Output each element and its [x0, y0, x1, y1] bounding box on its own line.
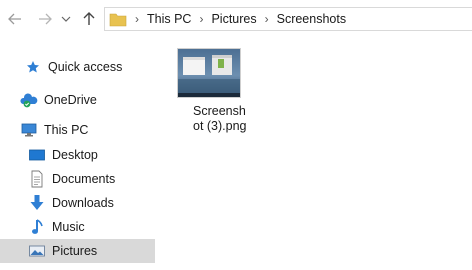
file-item[interactable]: Screenshot (3).png: [177, 48, 247, 134]
sidebar-item-onedrive[interactable]: OneDrive: [0, 88, 155, 112]
breadcrumb-this-pc[interactable]: This PC: [145, 12, 193, 26]
back-button[interactable]: [6, 10, 24, 28]
breadcrumb-separator-icon[interactable]: ›: [129, 12, 145, 26]
file-list: Screenshot (3).png: [155, 40, 472, 270]
sidebar-item-desktop[interactable]: Desktop: [0, 143, 155, 167]
file-name: Screenshot (3).png: [193, 104, 247, 133]
arrow-up-icon: [83, 12, 95, 25]
breadcrumb-screenshots[interactable]: Screenshots: [275, 12, 348, 26]
navigation-bar: › This PC › Pictures › Screenshots: [0, 0, 472, 40]
sidebar-item-downloads[interactable]: Downloads: [0, 191, 155, 215]
navigation-pane: Quick access OneDrive This PC Desktop Do…: [0, 40, 155, 270]
sidebar-item-this-pc[interactable]: This PC: [0, 118, 155, 142]
pictures-icon: [28, 242, 46, 260]
music-icon: [28, 218, 46, 236]
sidebar-item-label: Documents: [52, 172, 116, 186]
sidebar-item-label: Pictures: [52, 244, 98, 258]
recent-locations-button[interactable]: [60, 10, 72, 28]
address-bar[interactable]: › This PC › Pictures › Screenshots: [104, 7, 472, 31]
cloud-icon: [20, 91, 38, 109]
sidebar-item-label: Quick access: [48, 60, 123, 74]
sidebar-item-label: Desktop: [52, 148, 98, 162]
image-thumbnail: [177, 48, 241, 98]
arrow-left-icon: [8, 13, 21, 25]
sidebar-item-label: OneDrive: [44, 93, 97, 107]
star-icon: [24, 58, 42, 76]
forward-button[interactable]: [36, 10, 54, 28]
sidebar-item-documents[interactable]: Documents: [0, 167, 155, 191]
breadcrumb-pictures[interactable]: Pictures: [209, 12, 258, 26]
desktop-icon: [28, 146, 46, 164]
sidebar-item-label: This PC: [44, 123, 89, 137]
sidebar-item-music[interactable]: Music: [0, 215, 155, 239]
folder-icon: [109, 9, 129, 29]
breadcrumb-separator-icon[interactable]: ›: [193, 12, 209, 26]
breadcrumb-separator-icon[interactable]: ›: [259, 12, 275, 26]
computer-icon: [20, 121, 38, 139]
up-button[interactable]: [80, 10, 98, 28]
chevron-down-icon: [61, 16, 71, 22]
sidebar-item-quick-access[interactable]: Quick access: [0, 55, 155, 79]
documents-icon: [28, 170, 46, 188]
sidebar-item-pictures[interactable]: Pictures: [0, 239, 155, 263]
download-icon: [28, 194, 46, 212]
arrow-right-icon: [39, 13, 52, 25]
sidebar-item-label: Music: [52, 220, 85, 234]
sidebar-item-label: Downloads: [52, 196, 114, 210]
